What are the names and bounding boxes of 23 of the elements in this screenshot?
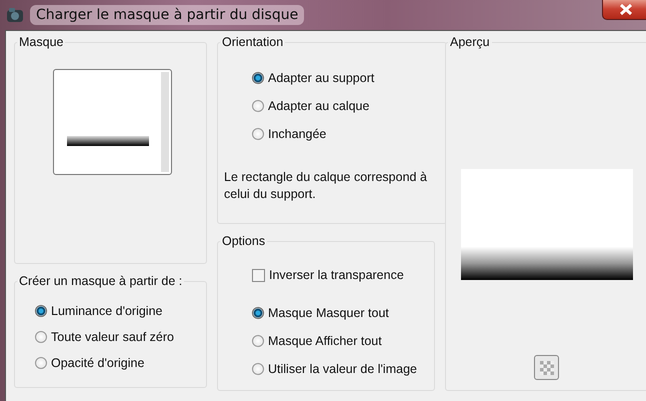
group-label: Aperçu [449,35,491,49]
transparency-button[interactable] [534,355,559,380]
radio-option[interactable]: Toute valeur sauf zéro [35,324,198,350]
group-label: Options [221,234,266,248]
radio-option[interactable]: Inchangée [252,121,438,147]
radio-option[interactable]: Adapter au support [252,65,438,91]
radio-option[interactable]: Luminance d'origine [35,298,198,324]
radio-option[interactable]: Utiliser la valeur de l'image [252,356,426,382]
close-icon [620,4,632,14]
mask-thumbnail[interactable] [53,69,172,175]
checkbox-option[interactable]: Inverser la transparence [252,262,426,288]
group-label: Créer un masque à partir de : [18,274,184,288]
group-label: Orientation [221,35,284,49]
checkerboard-icon [540,360,554,374]
group-label: Masque [18,35,64,49]
app-icon [6,7,24,23]
window-title: Charger le masque à partir du disque [30,5,304,25]
radio-option[interactable]: Adapter au calque [252,93,438,119]
radio-option[interactable]: Opacité d'origine [35,350,198,376]
description-text: Le rectangle du calque correspond à celui du support. [224,169,428,203]
close-button[interactable] [602,0,646,20]
radio-option[interactable]: Masque Masquer tout [252,300,426,326]
radio-option[interactable]: Masque Afficher tout [252,328,426,354]
